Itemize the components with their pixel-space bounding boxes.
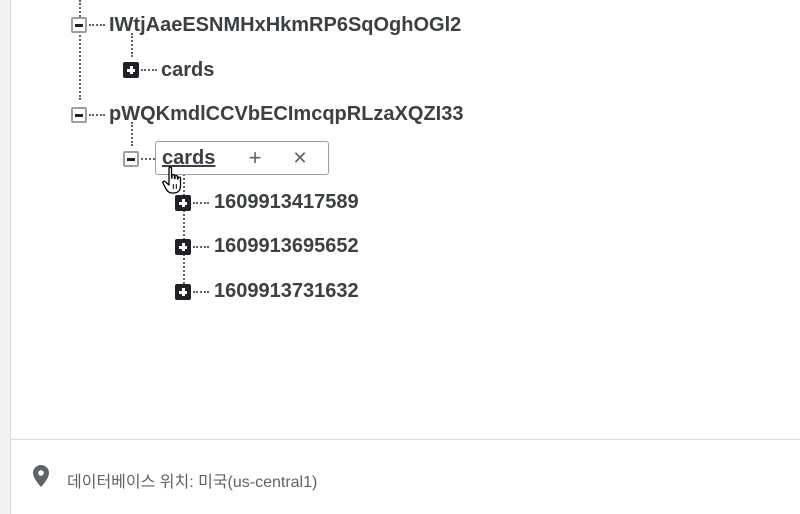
database-location-text: 데이터베이스 위치: 미국(us-central1)	[67, 474, 318, 491]
expand-toggle[interactable]	[123, 62, 139, 78]
tree-node-label[interactable]: 1609913695652	[214, 234, 359, 258]
tree-node-label[interactable]: cards	[161, 58, 214, 82]
tree-connector	[89, 24, 105, 26]
tree-connector	[193, 246, 209, 248]
collapse-toggle[interactable]	[71, 107, 87, 123]
tree-connector	[141, 69, 157, 71]
collapse-toggle[interactable]	[123, 151, 139, 167]
tree-node-label[interactable]: 1609913731632	[214, 279, 359, 303]
add-child-button[interactable]: +	[242, 146, 268, 170]
tree-node-label[interactable]: IWtjAaeESNMHxHkmRP6SqOghOGl2	[109, 13, 461, 37]
database-panel: IWtjAaeESNMHxHkmRP6SqOghOGl2 cards pWQKm…	[10, 0, 800, 514]
expand-toggle[interactable]	[175, 284, 191, 300]
tree-connector	[193, 202, 209, 204]
collapse-toggle[interactable]	[71, 17, 87, 33]
hand-pointer-cursor-icon	[162, 166, 182, 194]
location-pin-icon	[33, 465, 49, 487]
tree-connector	[193, 291, 209, 293]
tree-connector	[89, 114, 105, 116]
expand-toggle[interactable]	[175, 239, 191, 255]
tree-connector	[141, 158, 155, 160]
data-tree: IWtjAaeESNMHxHkmRP6SqOghOGl2 cards pWQKm…	[11, 0, 800, 440]
expand-toggle[interactable]	[175, 195, 191, 211]
delete-node-button[interactable]: ✕	[287, 146, 313, 170]
tree-node-label[interactable]: 1609913417589	[214, 190, 359, 214]
database-location-footer: 데이터베이스 위치: 미국(us-central1)	[11, 440, 800, 514]
tree-node-label[interactable]: pWQKmdlCCVbECImcqpRLzaXQZI33	[109, 102, 463, 126]
tree-connector	[79, 0, 81, 100]
